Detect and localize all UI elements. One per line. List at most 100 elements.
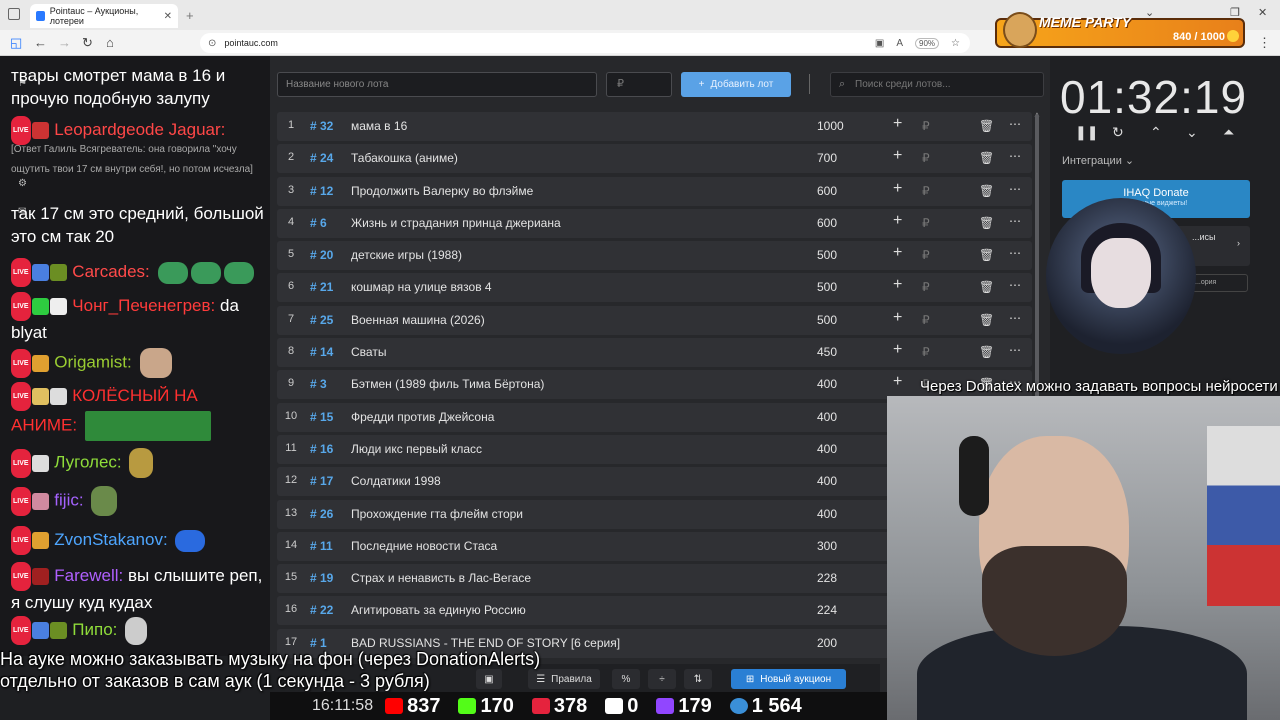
lot-amount[interactable]: 400 <box>817 507 877 521</box>
close-window-icon[interactable]: ✕ <box>1258 6 1267 19</box>
lot-row[interactable]: 2 # 24 Табакошка (аниме) 700 + ₽ 🗑 ⋯ <box>277 144 1032 174</box>
lot-name[interactable]: Жизнь и страдания принца джериана <box>351 216 791 230</box>
integrations-dropdown[interactable]: Интеграции ⌄ <box>1062 154 1134 167</box>
pause-icon[interactable]: ❚❚ <box>1075 124 1098 141</box>
plus-icon[interactable]: + <box>893 341 902 359</box>
lot-row[interactable]: 5 # 20 детские игры (1988) 500 + ₽ 🗑 ⋯ <box>277 241 1032 271</box>
trash-icon[interactable]: 🗑 <box>979 313 994 327</box>
chat-username[interactable]: Чонг_Печенегрев: <box>72 296 215 315</box>
chat-username[interactable]: ZvonStakanov: <box>54 530 167 549</box>
address-bar[interactable]: ⊙ pointauc.com ▣ A 90% ☆ <box>200 33 970 53</box>
screen-icon[interactable]: ▣ <box>875 38 884 49</box>
reset-icon[interactable]: ↻ <box>1112 124 1124 141</box>
plus-icon[interactable]: + <box>893 373 902 391</box>
ruble-icon[interactable]: ₽ <box>922 280 930 294</box>
lot-amount[interactable]: 400 <box>817 410 877 424</box>
plus-icon[interactable]: + <box>893 180 902 198</box>
chat-username[interactable]: fijic: <box>54 490 83 509</box>
menu-icon[interactable]: ⋮ <box>1258 35 1271 51</box>
lot-amount[interactable]: 700 <box>817 151 877 165</box>
ruble-icon[interactable]: ₽ <box>922 151 930 165</box>
more-icon[interactable]: ⋯ <box>1009 311 1021 325</box>
translate-icon[interactable]: A <box>896 38 903 49</box>
back-icon[interactable]: ← <box>34 35 47 50</box>
history-button[interactable]: ...ория <box>1190 274 1248 292</box>
scrollbar[interactable] <box>1035 114 1039 414</box>
lot-name[interactable]: Военная машина (2026) <box>351 313 791 327</box>
lot-name[interactable]: Солдатики 1998 <box>351 474 791 488</box>
forward-icon[interactable]: → <box>58 35 71 50</box>
lot-amount[interactable]: 450 <box>817 345 877 359</box>
close-tab-icon[interactable]: ✕ <box>164 11 172 22</box>
lot-name[interactable]: Бэтмен (1989 филь Тима Бёртона) <box>351 377 791 391</box>
trash-icon[interactable]: 🗑 <box>979 119 994 133</box>
lot-name[interactable]: Продолжить Валерку во флэйме <box>351 184 791 198</box>
lot-amount[interactable]: 500 <box>817 248 877 262</box>
lot-row[interactable]: 8 # 14 Сваты 450 + ₽ 🗑 ⋯ <box>277 338 1032 368</box>
chat-username[interactable]: Carcades: <box>72 262 149 281</box>
lot-name[interactable]: Сваты <box>351 345 791 359</box>
chat-username[interactable]: Пипо: <box>72 620 117 639</box>
lot-amount[interactable]: 500 <box>817 280 877 294</box>
lot-amount[interactable]: 600 <box>817 216 877 230</box>
double-chevron-up-icon[interactable]: ⏶ <box>1223 124 1234 141</box>
ruble-icon[interactable]: ₽ <box>922 313 930 327</box>
chat-username[interactable]: Leopardgeode Jaguar: <box>54 120 225 139</box>
more-icon[interactable]: ⋯ <box>1009 182 1021 196</box>
trash-icon[interactable]: 🗑 <box>979 184 994 198</box>
plus-icon[interactable]: + <box>893 276 902 294</box>
lot-amount[interactable]: 400 <box>817 442 877 456</box>
percent-icon[interactable]: % <box>612 669 640 689</box>
ruble-icon[interactable]: ₽ <box>922 216 930 230</box>
new-auction-button[interactable]: ⊞ Новый аукцион <box>731 669 846 689</box>
lot-name[interactable]: Табакошка (аниме) <box>351 151 791 165</box>
split-icon[interactable]: ÷ <box>648 669 676 689</box>
site-info-icon[interactable]: ⊙ <box>208 38 216 49</box>
more-icon[interactable]: ⋯ <box>1009 278 1021 292</box>
chevron-down-icon[interactable]: ⌄ <box>1186 124 1198 141</box>
trash-icon[interactable]: 🗑 <box>979 151 994 165</box>
ruble-icon[interactable]: ₽ <box>922 345 930 359</box>
lot-amount[interactable]: 224 <box>817 603 877 617</box>
lot-name[interactable]: Фредди против Джейсона <box>351 410 791 424</box>
browser-tab[interactable]: Pointauc – Аукционы, лотереи ✕ <box>30 4 178 28</box>
sort-icon[interactable]: ⇅ <box>684 669 712 689</box>
lot-name[interactable]: Прохождение гта флейм стори <box>351 507 791 521</box>
more-icon[interactable]: ⋯ <box>1009 246 1021 260</box>
lot-amount[interactable]: 1000 <box>817 119 877 133</box>
workspaces-icon[interactable]: ◱ <box>10 35 22 51</box>
lot-row[interactable]: 6 # 21 кошмар на улице вязов 4 500 + ₽ 🗑 ⋯ <box>277 273 1032 303</box>
new-tab-icon[interactable]: + <box>186 8 194 23</box>
plus-icon[interactable]: + <box>893 244 902 262</box>
plus-icon[interactable]: + <box>893 147 902 165</box>
tab-actions-icon[interactable] <box>8 8 20 20</box>
lot-row[interactable]: 3 # 12 Продолжить Валерку во флэйме 600 + ₽ 🗑 ⋯ <box>277 176 1032 206</box>
trash-icon[interactable]: 🗑 <box>979 216 994 230</box>
trash-icon[interactable]: 🗑 <box>979 280 994 294</box>
lot-name[interactable]: Страх и ненависть в Лас-Вегасе <box>351 571 791 585</box>
lot-amount[interactable]: 400 <box>817 377 877 391</box>
zoom-level[interactable]: 90% <box>915 37 940 49</box>
plus-icon[interactable]: + <box>893 309 902 327</box>
lot-name[interactable]: детские игры (1988) <box>351 248 791 262</box>
chat-username[interactable]: Farewell: <box>54 566 123 585</box>
lot-name[interactable]: мама в 16 <box>351 119 791 133</box>
home-icon[interactable]: ⌂ <box>106 35 114 50</box>
ruble-icon[interactable]: ₽ <box>922 119 930 133</box>
chevron-up-icon[interactable]: ⌃ <box>1150 124 1162 141</box>
lot-amount[interactable]: 500 <box>817 313 877 327</box>
lot-row[interactable]: 7 # 25 Военная машина (2026) 500 + ₽ 🗑 ⋯ <box>277 305 1032 335</box>
lot-row[interactable]: 1 # 32 мама в 16 1000 + ₽ 🗑 ⋯ <box>277 112 1032 141</box>
lot-name[interactable]: Последние новости Стаса <box>351 539 791 553</box>
reload-icon[interactable]: ↻ <box>82 35 93 51</box>
plus-icon[interactable]: + <box>893 212 902 230</box>
new-lot-input[interactable]: Название нового лота <box>277 72 597 97</box>
more-icon[interactable]: ⋯ <box>1009 214 1021 228</box>
lot-amount-input[interactable]: ₽ <box>606 72 672 97</box>
lot-amount[interactable]: 600 <box>817 184 877 198</box>
more-icon[interactable]: ⋯ <box>1009 149 1021 163</box>
add-lot-button[interactable]: + Добавить лот <box>681 72 791 97</box>
lot-name[interactable]: кошмар на улице вязов 4 <box>351 280 791 294</box>
ruble-icon[interactable]: ₽ <box>922 184 930 198</box>
lot-row[interactable]: 4 # 6 Жизнь и страдания принца джериана 600… <box>277 208 1032 238</box>
